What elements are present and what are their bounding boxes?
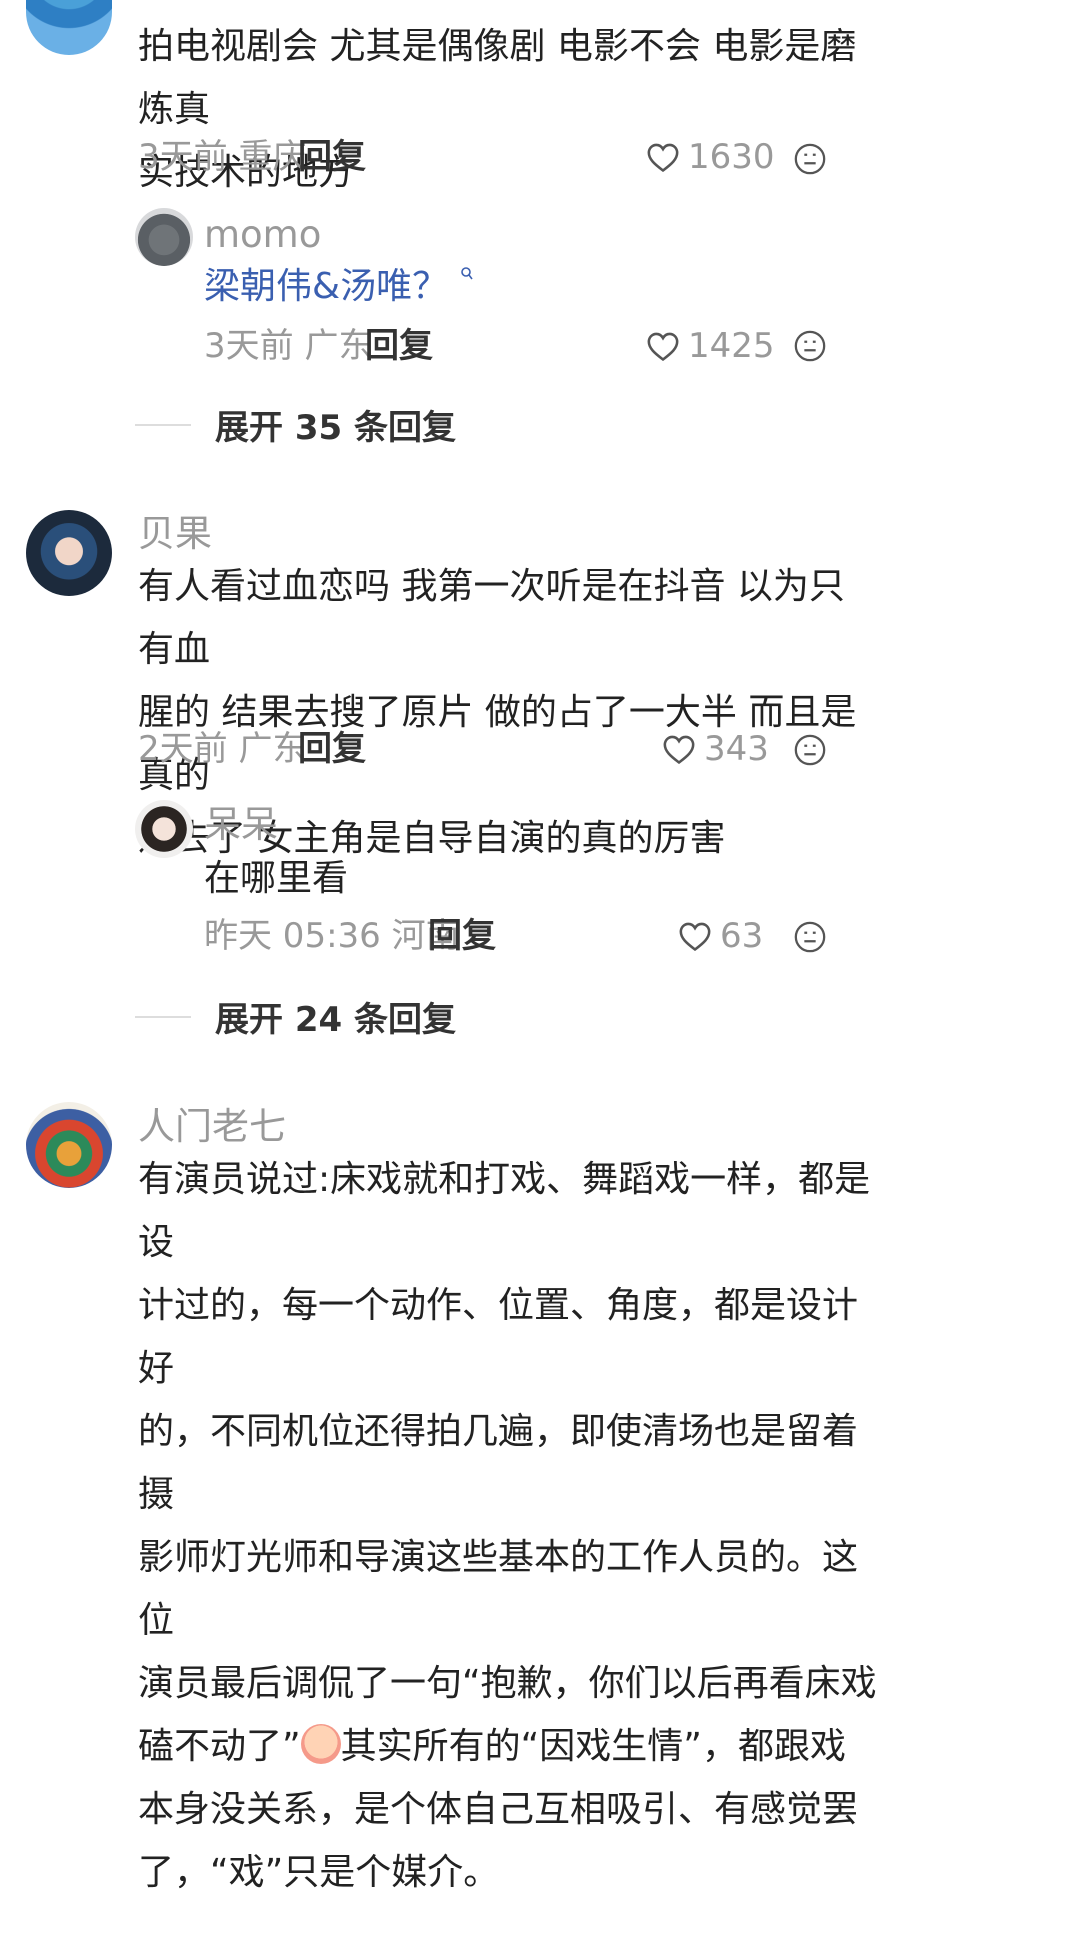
reply-button[interactable]: 回复 (365, 325, 433, 367)
reply-button[interactable]: 回复 (428, 915, 496, 957)
divider (135, 423, 191, 426)
search-icon[interactable] (460, 266, 474, 282)
comment-text-line: 本身没关系，是个体自己互相吸引、有感觉罢 (138, 1789, 859, 1830)
comment-text-line: 影师灯光师和导演这些基本的工作人员的。这位 (138, 1537, 859, 1641)
emoji-react-icon[interactable] (793, 733, 827, 771)
reply-button[interactable]: 回复 (298, 728, 366, 770)
like-count: 343 (704, 729, 769, 769)
avatar[interactable] (135, 800, 193, 858)
comment-text-line: 的，不同机位还得拍几遍，即使清场也是留着摄 (138, 1411, 859, 1515)
reply-username[interactable]: 呆呆 (204, 803, 278, 847)
like-button[interactable]: 343 (662, 728, 769, 770)
like-button[interactable]: 63 (678, 915, 763, 957)
expand-replies-button[interactable]: 展开 24 条回复 (135, 992, 456, 1041)
comment-text-line: 有演员说过:床戏就和打戏、舞蹈戏一样，都是设 (138, 1159, 871, 1263)
comment-text-line: 演员最后调侃了一句“抱歉，你们以后再看床戏 (138, 1663, 877, 1704)
divider (135, 1015, 191, 1018)
heart-icon (663, 735, 695, 765)
expand-replies-button[interactable]: 展开 35 条回复 (135, 400, 456, 449)
like-count: 63 (720, 916, 764, 956)
comment-text-line: 了，“戏”只是个媒介。 (138, 1852, 500, 1893)
reply-text-content[interactable]: 梁朝伟&汤唯？ (204, 266, 448, 307)
expand-replies-label: 展开 35 条回复 (215, 408, 456, 448)
emoji-react-icon[interactable] (793, 329, 827, 367)
crying-face-emoji-icon (300, 1724, 341, 1764)
avatar[interactable] (26, 0, 112, 55)
avatar[interactable] (135, 208, 193, 266)
heart-icon (679, 922, 711, 952)
expand-replies-label: 展开 24 条回复 (215, 1000, 456, 1040)
comment-username[interactable]: 人门老七 (138, 1105, 286, 1149)
comment-text-segment: 磕不动了” (138, 1726, 301, 1767)
like-button[interactable]: 1425 (646, 325, 775, 367)
comment-text-line: 拍电视剧会 尤其是偶像剧 电影不会 电影是磨炼真 (138, 26, 857, 130)
reply-meta: 3天前 广东 (204, 326, 373, 366)
like-count: 1425 (688, 326, 775, 366)
reply-username[interactable]: momo (204, 213, 321, 257)
comment-text-line: 有人看过血恋吗 我第一次听是在抖音 以为只有血 (138, 566, 845, 670)
avatar[interactable] (26, 510, 112, 596)
heart-icon (647, 143, 679, 173)
comment-text-line: 计过的，每一个动作、位置、角度，都是设计好 (138, 1285, 859, 1389)
comment-meta: 3天前 重庆 (138, 137, 307, 177)
reply-text: 在哪里看 (204, 858, 349, 899)
like-count: 1630 (688, 137, 775, 177)
comment-username[interactable]: 贝果 (138, 512, 212, 556)
reply-button[interactable]: 回复 (298, 136, 366, 178)
reply-text: 梁朝伟&汤唯？ (204, 255, 474, 318)
avatar[interactable] (26, 1102, 112, 1188)
comment-meta: 2天前 广东 (138, 729, 307, 769)
comment-text: 有演员说过:床戏就和打戏、舞蹈戏一样，都是设 计过的，每一个动作、位置、角度，都… (138, 1148, 878, 1904)
comment-text-segment: 其实所有的“因戏生情”，都跟戏 (340, 1726, 846, 1767)
reply-meta: 昨天 05:36 河南 (204, 916, 460, 956)
emoji-react-icon[interactable] (793, 920, 827, 958)
like-button[interactable]: 1630 (646, 136, 775, 178)
emoji-react-icon[interactable] (793, 142, 827, 180)
comment-text-line: 磕不动了” 其实所有的“因戏生情”，都跟戏 (138, 1715, 878, 1778)
heart-icon (647, 332, 679, 362)
